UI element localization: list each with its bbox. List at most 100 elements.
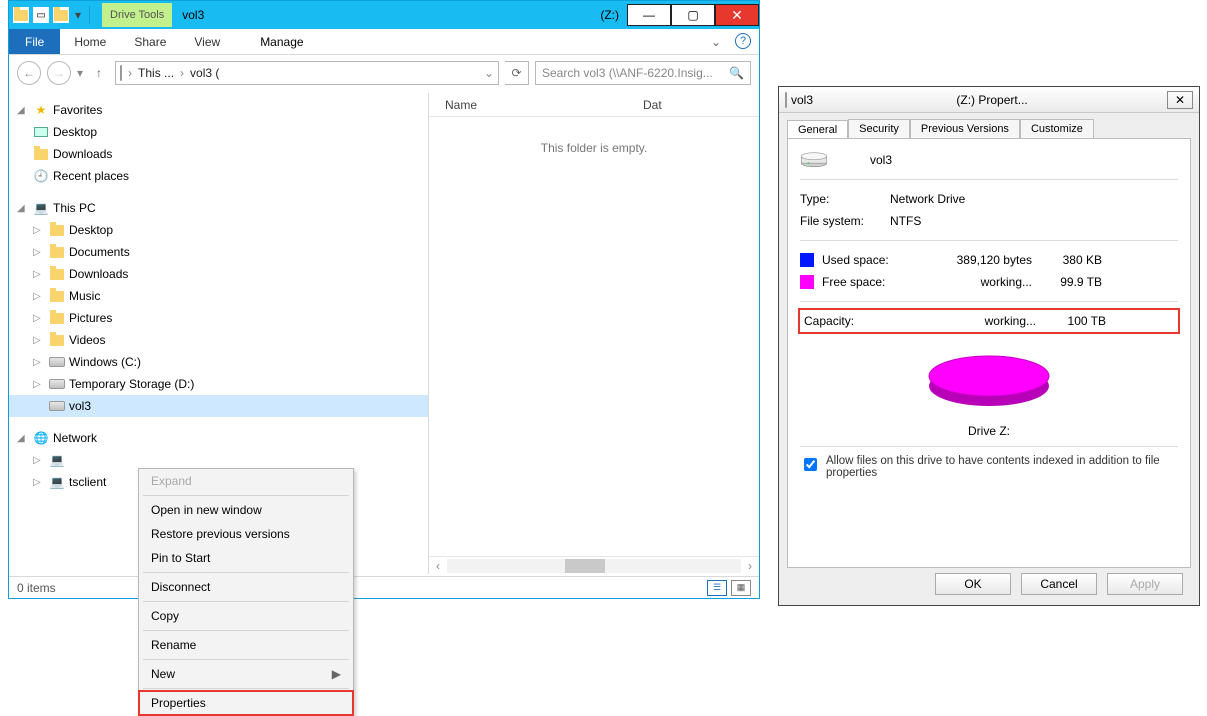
indexing-label: Allow files on this drive to have conten… — [826, 455, 1178, 479]
column-headers[interactable]: Name Dat — [429, 93, 759, 117]
maximize-button[interactable]: ▢ — [671, 4, 715, 26]
tree-documents[interactable]: Documents — [69, 245, 130, 259]
drive-tools-contextual-tab[interactable]: Drive Tools — [102, 3, 172, 27]
properties-dialog: vol3 (Z:) Propert... ✕ General Security … — [778, 86, 1200, 606]
file-tab[interactable]: File — [9, 29, 60, 54]
close-button[interactable]: ✕ — [715, 4, 759, 26]
tree-pc-downloads[interactable]: Downloads — [69, 267, 128, 281]
folder-icon — [49, 244, 65, 260]
icons-view-button[interactable]: ▦ — [731, 580, 751, 596]
fs-value: NTFS — [890, 214, 921, 228]
cancel-button[interactable]: Cancel — [1021, 573, 1097, 595]
scroll-right-icon[interactable]: › — [741, 559, 759, 573]
new-folder-qat-icon[interactable] — [53, 7, 69, 23]
qat-dropdown-icon[interactable]: ▾ — [73, 8, 83, 22]
ctx-disconnect[interactable]: Disconnect — [139, 575, 353, 599]
ctx-rename[interactable]: Rename — [139, 633, 353, 657]
window-title: vol3 — [182, 8, 204, 22]
tree-videos[interactable]: Videos — [69, 333, 105, 347]
col-name[interactable]: Name — [429, 98, 627, 112]
address-dropdown-icon[interactable]: ⌄ — [484, 66, 494, 80]
breadcrumb-thispc[interactable]: This ... — [138, 66, 174, 80]
apply-button[interactable]: Apply — [1107, 573, 1183, 595]
horizontal-scrollbar[interactable]: ‹ › — [429, 556, 759, 574]
tree-ddrive[interactable]: Temporary Storage (D:) — [69, 377, 194, 391]
free-bytes: working... — [922, 275, 1032, 289]
ctx-expand: Expand — [139, 469, 353, 493]
drive-icon — [120, 66, 122, 80]
search-icon: 🔍 — [729, 66, 744, 80]
folder-icon — [49, 332, 65, 348]
back-button[interactable]: ← — [17, 61, 41, 85]
view-tab[interactable]: View — [180, 29, 234, 54]
tab-security[interactable]: Security — [848, 119, 910, 138]
share-tab[interactable]: Share — [120, 29, 180, 54]
file-explorer-window: ▭ ▾ Drive Tools vol3 (Z:) — ▢ ✕ File Hom… — [8, 0, 760, 599]
props-close-button[interactable]: ✕ — [1167, 91, 1193, 109]
tree-pictures[interactable]: Pictures — [69, 311, 112, 325]
network-drive-icon — [49, 398, 65, 414]
tree-recent[interactable]: Recent places — [53, 169, 129, 183]
tree-network[interactable]: Network — [53, 431, 97, 445]
ctx-copy[interactable]: Copy — [139, 604, 353, 628]
tree-music[interactable]: Music — [69, 289, 100, 303]
ctx-open-new-window[interactable]: Open in new window — [139, 498, 353, 522]
tab-customize[interactable]: Customize — [1020, 119, 1094, 138]
drive-caption: Drive Z: — [800, 424, 1178, 438]
ctx-pin-start[interactable]: Pin to Start — [139, 546, 353, 570]
free-color-swatch — [800, 275, 814, 289]
folder-icon — [13, 7, 29, 23]
indexing-checkbox-row[interactable]: Allow files on this drive to have conten… — [800, 455, 1178, 479]
ok-button[interactable]: OK — [935, 573, 1011, 595]
submenu-arrow-icon: ▶ — [332, 667, 341, 681]
indexing-checkbox[interactable] — [804, 458, 817, 471]
recent-icon: 🕘 — [33, 168, 49, 184]
scroll-left-icon[interactable]: ‹ — [429, 559, 447, 573]
tree-downloads[interactable]: Downloads — [53, 147, 112, 161]
tab-previous-versions[interactable]: Previous Versions — [910, 119, 1020, 138]
refresh-button[interactable]: ⟳ — [505, 61, 529, 85]
drive-large-icon — [800, 149, 870, 172]
tree-cdrive[interactable]: Windows (C:) — [69, 355, 141, 369]
recent-locations-icon[interactable]: ▾ — [77, 66, 83, 80]
ribbon-collapse-icon[interactable]: ⌄ — [705, 29, 727, 54]
pc-icon: 💻 — [33, 200, 49, 216]
address-bar[interactable]: › This ... › vol3 ( ⌄ — [115, 61, 499, 85]
tree-tsclient[interactable]: tsclient — [69, 475, 106, 489]
details-view-button[interactable]: ☰ — [707, 580, 727, 596]
props-general-panel: vol3 Type:Network Drive File system:NTFS… — [787, 138, 1191, 568]
forward-button[interactable]: → — [47, 61, 71, 85]
col-date[interactable]: Dat — [627, 98, 678, 112]
drive-icon — [785, 93, 787, 107]
tab-general[interactable]: General — [787, 120, 848, 139]
tree-thispc[interactable]: This PC — [53, 201, 96, 215]
explorer-titlebar: ▭ ▾ Drive Tools vol3 (Z:) — ▢ ✕ — [9, 1, 759, 29]
props-volume-name[interactable]: vol3 — [870, 153, 892, 167]
tree-favorites[interactable]: Favorites — [53, 103, 102, 117]
ctx-new[interactable]: New▶ — [139, 662, 353, 686]
folder-icon — [49, 288, 65, 304]
tree-pc-desktop[interactable]: Desktop — [69, 223, 113, 237]
search-box[interactable]: Search vol3 (\\ANF-6220.Insig... 🔍 — [535, 61, 751, 85]
dialog-buttons: OK Cancel Apply — [935, 573, 1183, 595]
folder-icon — [49, 266, 65, 282]
properties-qat-icon[interactable]: ▭ — [33, 7, 49, 23]
folder-icon — [49, 310, 65, 326]
help-icon[interactable]: ? — [735, 33, 751, 49]
scroll-thumb[interactable] — [565, 559, 605, 573]
window-controls: — ▢ ✕ — [627, 4, 759, 26]
used-color-swatch — [800, 253, 814, 267]
tree-desktop[interactable]: Desktop — [53, 125, 97, 139]
minimize-button[interactable]: — — [627, 4, 671, 26]
up-button[interactable]: ↑ — [89, 66, 109, 80]
capacity-row: Capacity: working... 100 TB — [800, 310, 1178, 332]
tree-vol3[interactable]: vol3 — [69, 399, 91, 413]
quick-access-toolbar: ▭ ▾ — [13, 7, 83, 23]
capacity-pie-chart — [800, 338, 1178, 418]
manage-tab[interactable]: Manage — [246, 29, 317, 54]
ctx-restore-previous[interactable]: Restore previous versions — [139, 522, 353, 546]
status-item-count: 0 items — [17, 581, 56, 595]
breadcrumb-vol3[interactable]: vol3 ( — [190, 66, 219, 80]
home-tab[interactable]: Home — [60, 29, 120, 54]
ctx-properties[interactable]: Properties — [139, 691, 353, 715]
